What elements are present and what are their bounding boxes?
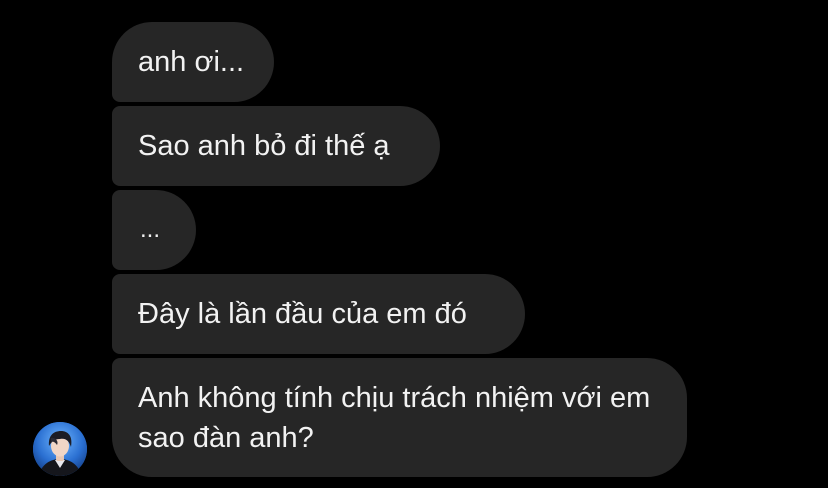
message-text: ... <box>140 216 161 243</box>
profile-avatar-icon <box>33 422 87 476</box>
message-text: Sao anh bỏ đi thế ạ <box>138 130 390 162</box>
message-bubble[interactable]: anh ơi... <box>112 22 274 102</box>
message-text: Anh không tính chịu trách nhiệm với em s… <box>138 381 651 454</box>
sender-avatar[interactable] <box>33 422 87 476</box>
chat-thread: anh ơi... Sao anh bỏ đi thế ạ ... Đây là… <box>0 0 828 488</box>
message-text: Đây là lần đầu của em đó <box>138 298 467 330</box>
message-bubble[interactable]: ... <box>112 190 196 270</box>
message-bubble[interactable]: Đây là lần đầu của em đó <box>112 274 525 354</box>
message-bubble[interactable]: Anh không tính chịu trách nhiệm với em s… <box>112 358 687 477</box>
message-bubble[interactable]: Sao anh bỏ đi thế ạ <box>112 106 440 186</box>
message-text: anh ơi... <box>138 46 245 78</box>
